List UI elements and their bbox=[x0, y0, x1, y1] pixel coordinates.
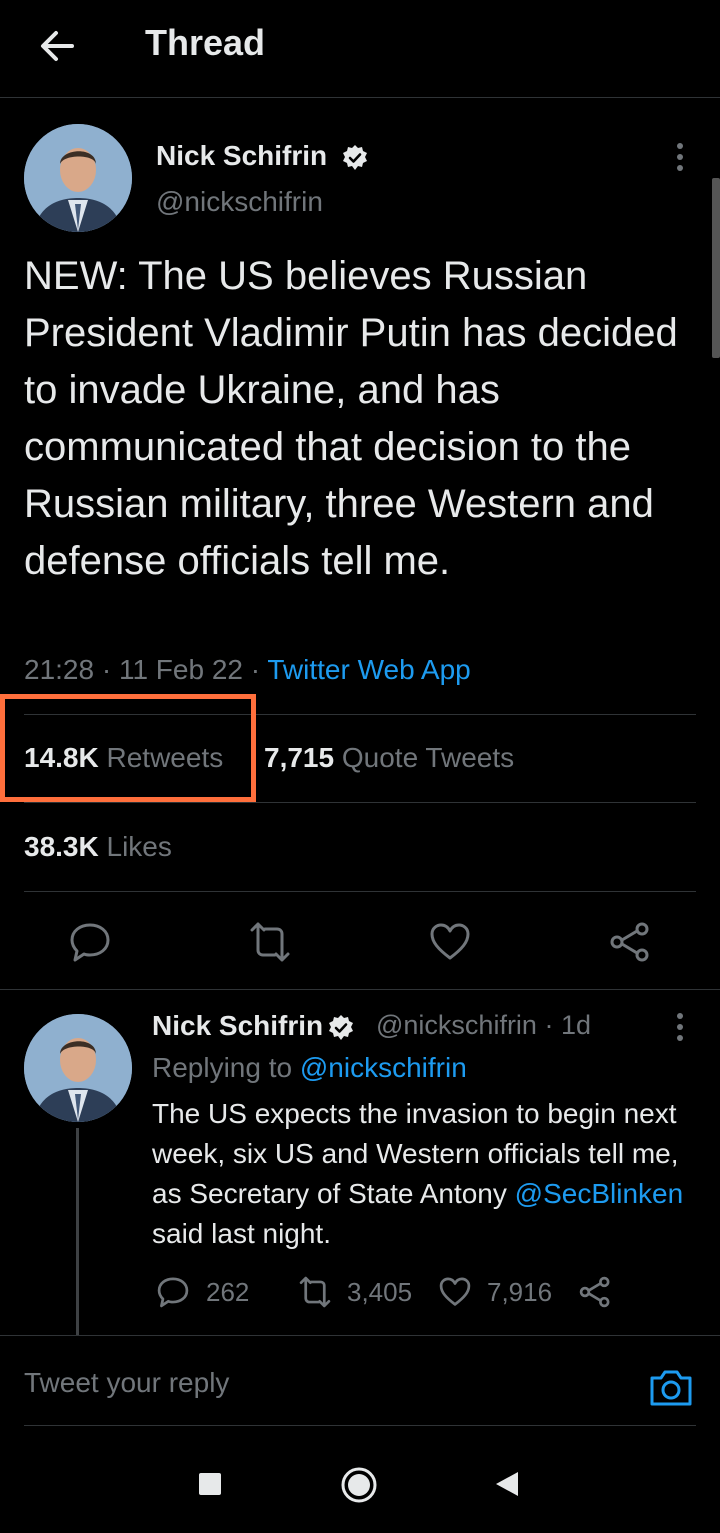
verified-badge-icon bbox=[342, 144, 367, 170]
reply-icon[interactable] bbox=[68, 920, 112, 964]
divider bbox=[0, 989, 720, 990]
more-options-icon[interactable] bbox=[675, 142, 685, 172]
likes-stat[interactable]: 38.3K Likes bbox=[24, 831, 172, 863]
retweet-icon[interactable] bbox=[248, 920, 292, 964]
back-nav-icon[interactable] bbox=[494, 1470, 520, 1498]
author-name[interactable]: Nick Schifrin bbox=[156, 140, 369, 172]
retweet-icon[interactable] bbox=[298, 1275, 332, 1309]
retweets-highlight-box bbox=[0, 694, 256, 802]
reply-text: The US expects the invasion to begin nex… bbox=[152, 1098, 684, 1249]
divider bbox=[24, 891, 696, 892]
home-icon[interactable] bbox=[340, 1466, 378, 1504]
arrow-left-icon[interactable] bbox=[36, 24, 80, 68]
tweet-meta: 21:28 · 11 Feb 22 · Twitter Web App bbox=[24, 654, 471, 686]
camera-icon[interactable] bbox=[648, 1364, 694, 1410]
share-icon[interactable] bbox=[578, 1275, 612, 1309]
like-icon[interactable] bbox=[428, 920, 472, 964]
reply-author-name[interactable]: Nick Schifrin bbox=[152, 1010, 355, 1042]
verified-badge-icon bbox=[329, 1014, 354, 1040]
reply-input[interactable]: Tweet your reply bbox=[24, 1367, 229, 1399]
author-handle[interactable]: @nickschifrin bbox=[156, 186, 323, 218]
tweet-timestamp[interactable]: 21:28 · 11 Feb 22 · bbox=[24, 654, 267, 685]
mention-link[interactable]: @SecBlinken bbox=[515, 1178, 684, 1209]
reply-handle-time[interactable]: @nickschifrin · 1d bbox=[376, 1010, 591, 1041]
quote-tweets-stat[interactable]: 7,715 Quote Tweets bbox=[264, 742, 514, 774]
share-icon[interactable] bbox=[608, 920, 652, 964]
thread-connector-line bbox=[76, 1128, 79, 1336]
divider bbox=[24, 1425, 696, 1426]
page-title: Thread bbox=[145, 22, 266, 63]
reply-icon[interactable] bbox=[156, 1275, 190, 1309]
reply-count: 262 bbox=[206, 1277, 250, 1307]
thread-header: Thread bbox=[0, 0, 720, 98]
divider bbox=[0, 1335, 720, 1336]
like-icon[interactable] bbox=[438, 1275, 472, 1309]
recent-apps-icon[interactable] bbox=[198, 1472, 222, 1496]
reply-avatar[interactable] bbox=[24, 1014, 132, 1122]
more-options-icon[interactable] bbox=[675, 1012, 685, 1042]
tweet-source-link[interactable]: Twitter Web App bbox=[267, 654, 470, 685]
scrollbar[interactable] bbox=[712, 178, 720, 358]
replying-to-link[interactable]: @nickschifrin bbox=[300, 1052, 467, 1083]
divider bbox=[24, 802, 696, 803]
system-navigation-bar bbox=[0, 1428, 720, 1533]
retweet-count: 3,405 bbox=[347, 1277, 413, 1307]
tweet-text: NEW: The US believes Russian President V… bbox=[24, 254, 678, 583]
like-count: 7,916 bbox=[487, 1277, 553, 1307]
avatar[interactable] bbox=[24, 124, 132, 232]
replying-to: Replying to @nickschifrin bbox=[152, 1052, 467, 1083]
